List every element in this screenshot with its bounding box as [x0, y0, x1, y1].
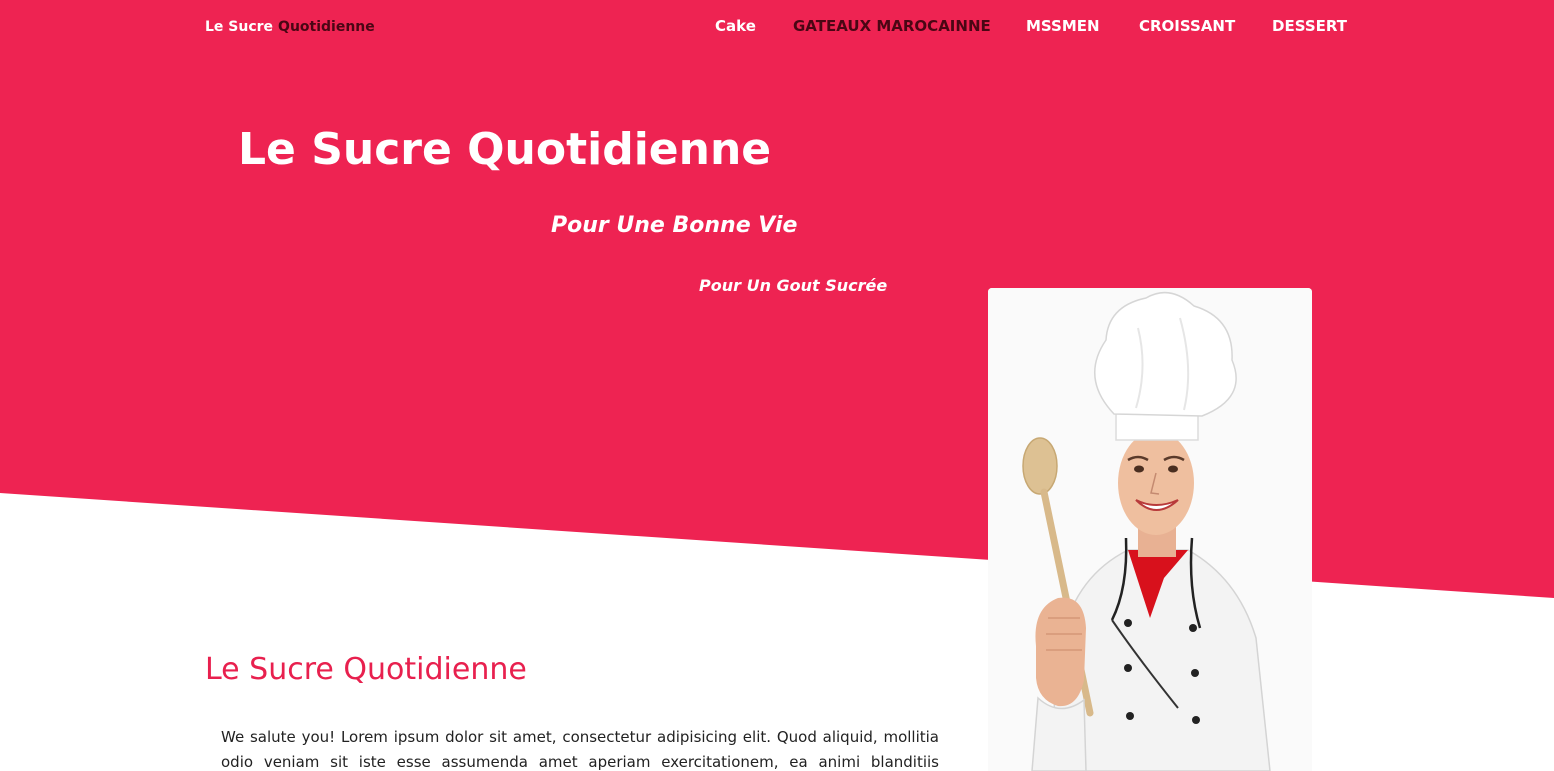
- section-title: Le Sucre Quotidienne: [205, 652, 527, 687]
- hero-subtitle: Pour Une Bonne Vie: [551, 213, 798, 238]
- chef-image-card: [988, 288, 1312, 771]
- page: Le Sucre Quotidienne Cake GATEAUX MAROCAI…: [0, 0, 1554, 771]
- nav-link-cake[interactable]: Cake: [715, 17, 756, 35]
- hero-tagline: Pour Un Gout Sucrée: [699, 276, 888, 295]
- hero-title: Le Sucre Quotidienne: [238, 124, 772, 175]
- hero-slanted-shape: [0, 0, 1554, 598]
- section-paragraph: We salute you! Lorem ipsum dolor sit ame…: [221, 728, 939, 771]
- nav-link-dessert[interactable]: DESSERT: [1272, 17, 1347, 35]
- nav-link-mssmen[interactable]: MSSMEN: [1026, 17, 1100, 35]
- brand-name-first: Le Sucre: [205, 19, 274, 35]
- nav-link-croissant[interactable]: CROISSANT: [1139, 17, 1235, 35]
- navbar: Le Sucre Quotidienne Cake GATEAUX MAROCAI…: [0, 0, 1554, 54]
- brand-name-second: Quotidienne: [278, 19, 375, 35]
- nav-link-gateaux-marocainne[interactable]: GATEAUX MAROCAINNE: [793, 17, 991, 35]
- brand-logo-link[interactable]: Le Sucre Quotidienne: [205, 19, 375, 35]
- chef-with-spoon-icon: [988, 288, 1312, 771]
